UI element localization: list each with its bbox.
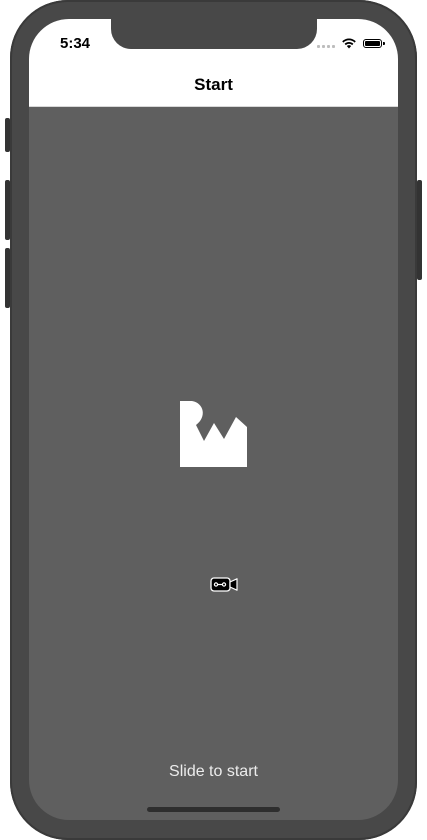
cellular-signal-icon [317, 38, 335, 48]
screen: 5:34 Start Slide to start [29, 19, 398, 820]
slide-to-start-label[interactable]: Slide to start [29, 763, 398, 781]
silent-switch [5, 118, 10, 152]
notch [111, 19, 317, 49]
page-title: Start [194, 75, 233, 94]
battery-icon [363, 38, 385, 48]
volume-down-button [5, 248, 10, 308]
volume-up-button [5, 180, 10, 240]
video-camera-icon[interactable] [210, 577, 238, 592]
power-button [417, 180, 422, 280]
navigation-bar: 5:34 Start [29, 19, 398, 107]
rw-logo-icon [180, 401, 247, 467]
status-time: 5:34 [60, 35, 91, 52]
home-indicator[interactable] [147, 807, 280, 812]
status-icons [317, 37, 385, 49]
wifi-icon [342, 38, 356, 49]
